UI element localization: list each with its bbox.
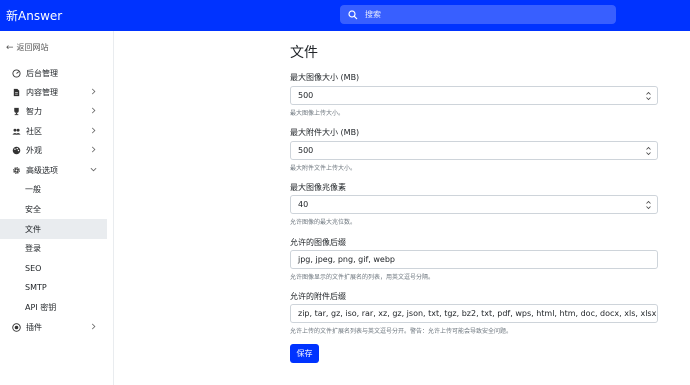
number-spinner-icon[interactable] bbox=[646, 91, 651, 101]
dashboard-icon bbox=[12, 68, 21, 78]
max-attachment-size-help: 最大附件文件上传大小。 bbox=[290, 165, 357, 172]
subitem-label: 一般 bbox=[25, 184, 41, 194]
sidebar-item-content[interactable]: 内容管理 bbox=[0, 82, 107, 102]
search-input[interactable] bbox=[365, 10, 605, 19]
sidebar-item-appearance[interactable]: 外观 bbox=[0, 140, 107, 160]
back-label: 返回网站 bbox=[16, 43, 49, 52]
field-value: 500 bbox=[298, 91, 314, 100]
sidebar-subitem-seo[interactable]: SEO bbox=[0, 258, 107, 278]
chevron-down-icon bbox=[90, 167, 97, 172]
sidebar-item-community[interactable]: 社区 bbox=[0, 121, 107, 141]
max-image-size-input[interactable]: 500 bbox=[290, 86, 658, 105]
document-icon bbox=[13, 88, 20, 96]
subitem-label: 登录 bbox=[25, 243, 41, 253]
brand-logo[interactable]: 新Answer bbox=[6, 7, 62, 24]
plugin-icon bbox=[12, 322, 21, 332]
sidebar-item-label: 后台管理 bbox=[26, 68, 58, 78]
sidebar-item-intelligence[interactable]: 智力 bbox=[0, 101, 107, 121]
sidebar-item-label: 高级选项 bbox=[26, 165, 58, 175]
subitem-label: SEO bbox=[25, 263, 42, 273]
back-to-site-link[interactable]: ← 返回网站 bbox=[6, 42, 49, 53]
admin-sidebar: ← 返回网站 后台管理 内容管理 智力 社区 外观 高级选项 一般 安全 文件 … bbox=[0, 31, 114, 385]
sidebar-item-label: 内容管理 bbox=[26, 87, 58, 97]
attachment-extensions-input[interactable]: zip, tar, gz, iso, rar, xz, gz, json, tx… bbox=[290, 304, 658, 323]
image-extensions-input[interactable]: jpg, jpeg, png, gif, webp bbox=[290, 250, 658, 269]
max-image-size-help: 最大图像上传大小。 bbox=[290, 110, 345, 117]
subitem-label: API 密钥 bbox=[25, 302, 57, 312]
sidebar-subitem-api-keys[interactable]: API 密钥 bbox=[0, 297, 107, 317]
sidebar-item-dashboard[interactable]: 后台管理 bbox=[0, 63, 107, 83]
chevron-right-icon bbox=[91, 127, 96, 134]
people-icon bbox=[12, 128, 21, 135]
sidebar-item-advanced[interactable]: 高级选项 bbox=[0, 160, 107, 180]
field-value: jpg, jpeg, png, gif, webp bbox=[298, 255, 395, 264]
page-title: 文件 bbox=[290, 45, 318, 61]
sidebar-item-label: 插件 bbox=[26, 322, 42, 332]
max-image-megapixel-input[interactable]: 40 bbox=[290, 195, 658, 214]
chevron-right-icon bbox=[91, 88, 96, 95]
sidebar-subitem-smtp[interactable]: SMTP bbox=[0, 277, 107, 297]
sidebar-subitem-login[interactable]: 登录 bbox=[0, 238, 107, 258]
number-spinner-icon[interactable] bbox=[646, 146, 651, 156]
image-extensions-label: 允许的图像后缀 bbox=[290, 238, 346, 247]
field-value: zip, tar, gz, iso, rar, xz, gz, json, tx… bbox=[298, 309, 658, 318]
save-button[interactable]: 保存 bbox=[290, 344, 319, 363]
sidebar-item-plugins[interactable]: 插件 bbox=[0, 317, 107, 337]
field-value: 40 bbox=[298, 200, 309, 209]
attachment-extensions-label: 允许的附件后缀 bbox=[290, 292, 346, 301]
sidebar-item-label: 社区 bbox=[26, 126, 42, 136]
trophy-icon bbox=[14, 107, 19, 115]
gear-icon bbox=[13, 166, 20, 174]
sidebar-subitem-security[interactable]: 安全 bbox=[0, 199, 107, 219]
max-attachment-size-label: 最大附件大小 (MB) bbox=[290, 128, 360, 137]
search-box[interactable] bbox=[340, 5, 616, 24]
attachment-extensions-help: 允许上传的文件扩展名列表与英文逗号分开。警告：允许上传可能会导致安全问题。 bbox=[290, 328, 513, 335]
search-icon bbox=[348, 9, 358, 19]
max-image-size-label: 最大图像大小 (MB) bbox=[290, 73, 360, 82]
image-extensions-help: 允许图像显示的文件扩展名的列表，用英文逗号分隔。 bbox=[290, 274, 435, 281]
max-attachment-size-input[interactable]: 500 bbox=[290, 141, 658, 160]
chevron-right-icon bbox=[91, 323, 96, 330]
field-value: 500 bbox=[298, 146, 314, 155]
sidebar-subitem-general[interactable]: 一般 bbox=[0, 179, 107, 199]
top-navbar: 新Answer bbox=[0, 0, 690, 31]
sidebar-subitem-files[interactable]: 文件 bbox=[0, 219, 107, 239]
max-image-megapixel-label: 最大图像兆像素 bbox=[290, 183, 346, 192]
number-spinner-icon[interactable] bbox=[646, 200, 651, 210]
sidebar-item-label: 外观 bbox=[26, 145, 42, 155]
chevron-right-icon bbox=[91, 107, 96, 114]
subitem-label: 文件 bbox=[25, 224, 41, 234]
chevron-right-icon bbox=[91, 146, 96, 153]
subitem-label: SMTP bbox=[25, 282, 47, 292]
arrow-left-icon: ← bbox=[6, 42, 14, 53]
max-image-megapixel-help: 允许图像的最大兆位数。 bbox=[290, 219, 357, 226]
palette-icon bbox=[12, 146, 21, 154]
subitem-label: 安全 bbox=[25, 204, 41, 214]
sidebar-item-label: 智力 bbox=[26, 106, 42, 116]
